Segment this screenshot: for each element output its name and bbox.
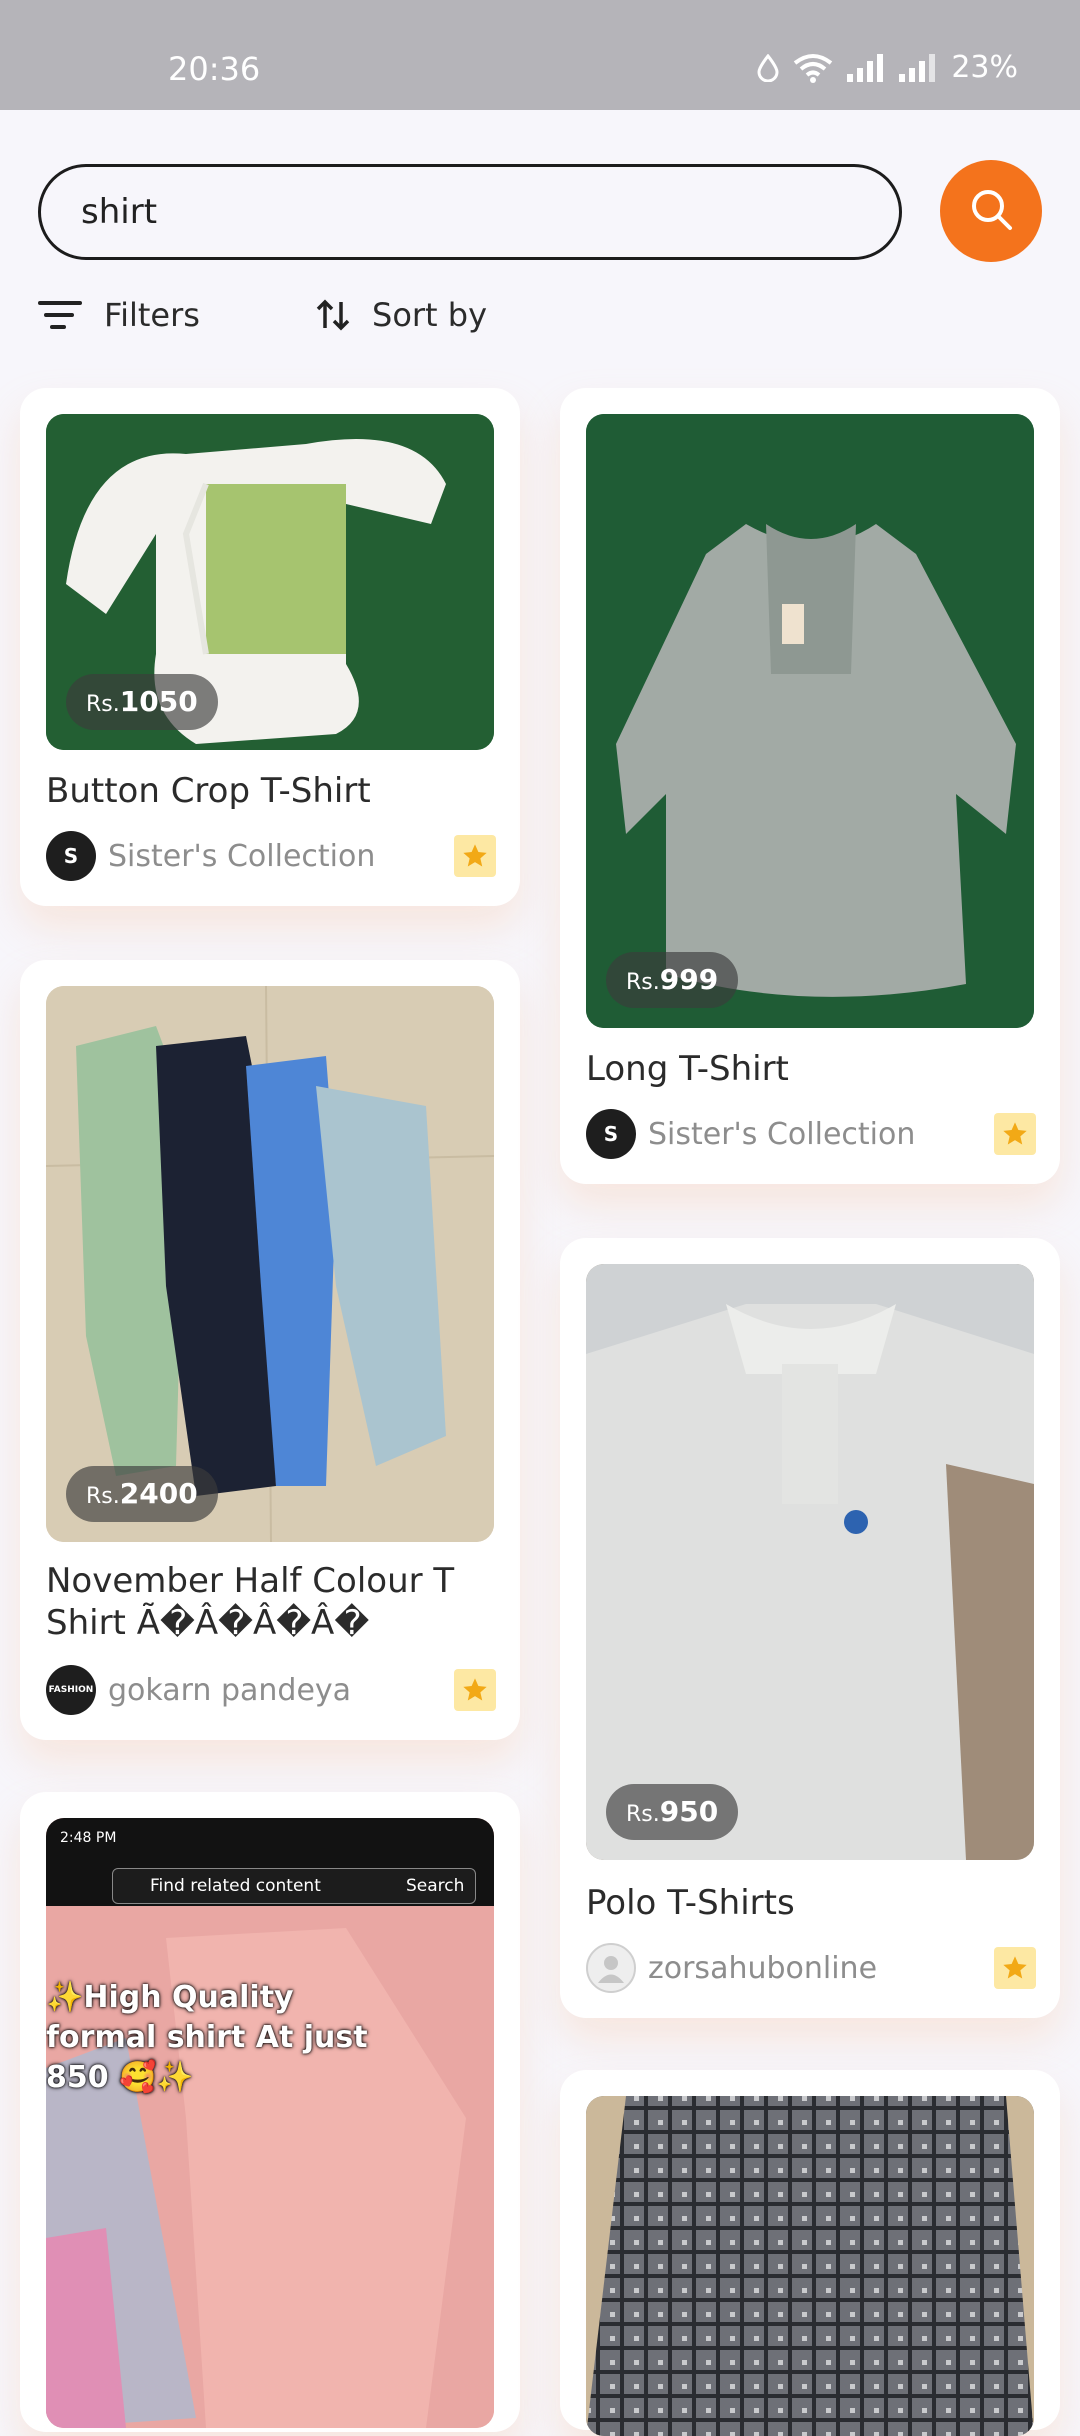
user-placeholder-icon (598, 1956, 624, 1983)
embedded-search-placeholder: Find related content (150, 1876, 321, 1896)
search-input[interactable]: shirt (38, 164, 902, 260)
seller-name: gokarn pandeya (108, 1672, 352, 1708)
seller-name: Sister's Collection (648, 1116, 916, 1152)
product-image: Rs. 2400 (46, 986, 494, 1542)
product-image: 2:48 PM Find related content Search ✨Hig… (46, 1818, 494, 2428)
star-icon (463, 844, 487, 867)
price-badge: Rs. 999 (606, 952, 739, 1008)
filters-button[interactable]: Filters (38, 290, 200, 340)
product-card[interactable] (560, 2070, 1060, 2436)
product-image: Rs. 1050 (46, 414, 494, 750)
product-title: Polo T-Shirts (586, 1883, 795, 1923)
search-button[interactable] (940, 160, 1042, 262)
seller-avatar: S (46, 831, 96, 881)
status-bar: 20:36 23% (0, 0, 1080, 110)
seller-name: zorsahubonline (648, 1950, 878, 1986)
favorite-button[interactable] (994, 1113, 1036, 1155)
embedded-caption: ✨High Quality formal shirt At just 850 🥰… (46, 1980, 368, 2095)
water-drop-icon (757, 53, 779, 82)
filters-label: Filters (104, 296, 200, 334)
battery-level: 23% (951, 50, 1018, 85)
star-icon (463, 1678, 487, 1701)
product-card[interactable]: Rs. 950 Polo T-Shirts zorsahubonline (560, 1238, 1060, 2018)
status-icons: 23% (757, 50, 1018, 85)
seller-name: Sister's Collection (108, 838, 376, 874)
product-title: Button Crop T-Shirt (46, 771, 371, 811)
sort-icon (316, 298, 350, 332)
product-image: Rs. 950 (586, 1264, 1034, 1860)
seller-avatar: FASHION (46, 1665, 96, 1715)
seller-avatar (586, 1943, 636, 1993)
signal-icon (847, 53, 885, 82)
signal-icon (899, 53, 937, 82)
sort-label: Sort by (372, 296, 488, 334)
product-card[interactable]: Rs. 2400 November Half Colour T Shirt Ã�Â… (20, 960, 520, 1740)
wifi-icon (793, 53, 833, 83)
price-badge: Rs. 2400 (66, 1466, 218, 1522)
seller-avatar: S (586, 1109, 636, 1159)
filter-icon (38, 300, 82, 330)
seller-row[interactable]: zorsahubonline (586, 1942, 1036, 1994)
favorite-button[interactable] (454, 835, 496, 877)
product-card[interactable]: 2:48 PM Find related content Search ✨Hig… (20, 1792, 520, 2432)
search-header: shirt Filters Sort by (0, 110, 1080, 360)
seller-row[interactable]: FASHION gokarn pandeya (46, 1664, 496, 1716)
seller-row[interactable]: S Sister's Collection (586, 1108, 1036, 1160)
seller-row[interactable]: S Sister's Collection (46, 830, 496, 882)
product-title: Long T-Shirt (586, 1049, 789, 1089)
product-image: Rs. 999 (586, 414, 1034, 1028)
embedded-search-button: Search (406, 1876, 465, 1896)
product-title: November Half Colour T Shirt Ã�Â�Â�Â� (46, 1561, 455, 1643)
price-badge: Rs. 950 (606, 1784, 739, 1840)
favorite-button[interactable] (454, 1669, 496, 1711)
search-icon (968, 186, 1014, 236)
product-card[interactable]: Rs. 999 Long T-Shirt S Sister's Collectio… (560, 388, 1060, 1184)
sort-button[interactable]: Sort by (316, 290, 487, 340)
favorite-button[interactable] (994, 1947, 1036, 1989)
price-badge: Rs. 1050 (66, 674, 218, 730)
star-icon (1003, 1956, 1027, 1979)
status-time: 20:36 (168, 50, 261, 88)
embedded-time: 2:48 PM (60, 1830, 117, 1846)
product-image (586, 2096, 1034, 2436)
product-card[interactable]: Rs. 1050 Button Crop T-Shirt S Sister's C… (20, 388, 520, 906)
star-icon (1003, 1122, 1027, 1145)
